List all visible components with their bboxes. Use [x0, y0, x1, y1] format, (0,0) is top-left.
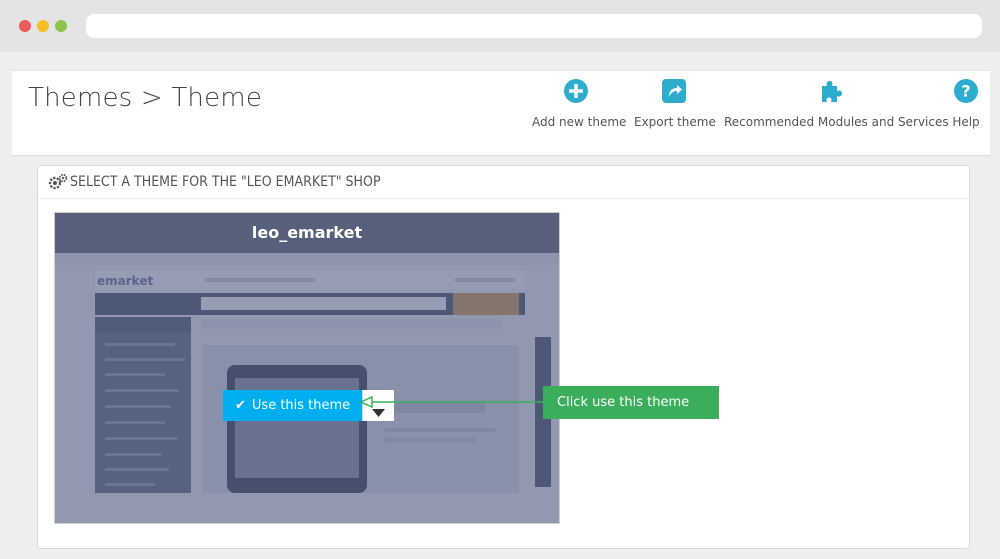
export-theme-button[interactable]: Export theme [634, 77, 716, 129]
theme-preview-image: emarket [55, 253, 559, 523]
svg-text:?: ? [961, 82, 970, 101]
add-new-theme-button[interactable]: Add new theme [532, 77, 626, 129]
maximize-window-button[interactable] [55, 20, 67, 32]
page-title: Themes > Theme [28, 83, 263, 113]
plus-circle-icon [532, 77, 620, 107]
help-label: Help [952, 115, 980, 129]
theme-card: leo_emarket emarket [54, 212, 560, 524]
question-circle-icon: ? [948, 77, 984, 107]
help-button[interactable]: ? Help [948, 77, 984, 129]
preview-dim-overlay [55, 253, 559, 523]
address-bar[interactable] [86, 14, 982, 38]
export-theme-label: Export theme [634, 115, 716, 129]
use-this-theme-label: Use this theme [251, 398, 351, 413]
select-theme-panel: SELECT A THEME FOR THE "LEO EMARKET" SHO… [37, 165, 970, 549]
theme-name: leo_emarket [55, 213, 559, 253]
gears-icon [48, 173, 68, 195]
recommended-modules-label: Recommended Modules and Services [724, 115, 949, 129]
page-toolbar: Themes > Theme Add new theme Export them… [12, 70, 990, 156]
close-window-button[interactable] [19, 20, 31, 32]
panel-heading: SELECT A THEME FOR THE "LEO EMARKET" SHO… [38, 166, 969, 199]
share-icon [634, 77, 714, 107]
callout-arrow [360, 396, 544, 408]
use-this-theme-button[interactable]: ✔ Use this theme [223, 390, 362, 421]
callout-label: Click use this theme [543, 386, 719, 419]
minimize-window-button[interactable] [37, 20, 49, 32]
add-new-theme-label: Add new theme [532, 115, 627, 129]
recommended-modules-button[interactable]: Recommended Modules and Services [724, 77, 949, 129]
browser-chrome [0, 0, 1000, 52]
panel-title: SELECT A THEME FOR THE "LEO EMARKET" SHO… [70, 174, 381, 190]
check-icon: ✔ [235, 398, 246, 413]
puzzle-icon [724, 77, 938, 107]
admin-page: Themes > Theme Add new theme Export them… [0, 52, 1000, 559]
